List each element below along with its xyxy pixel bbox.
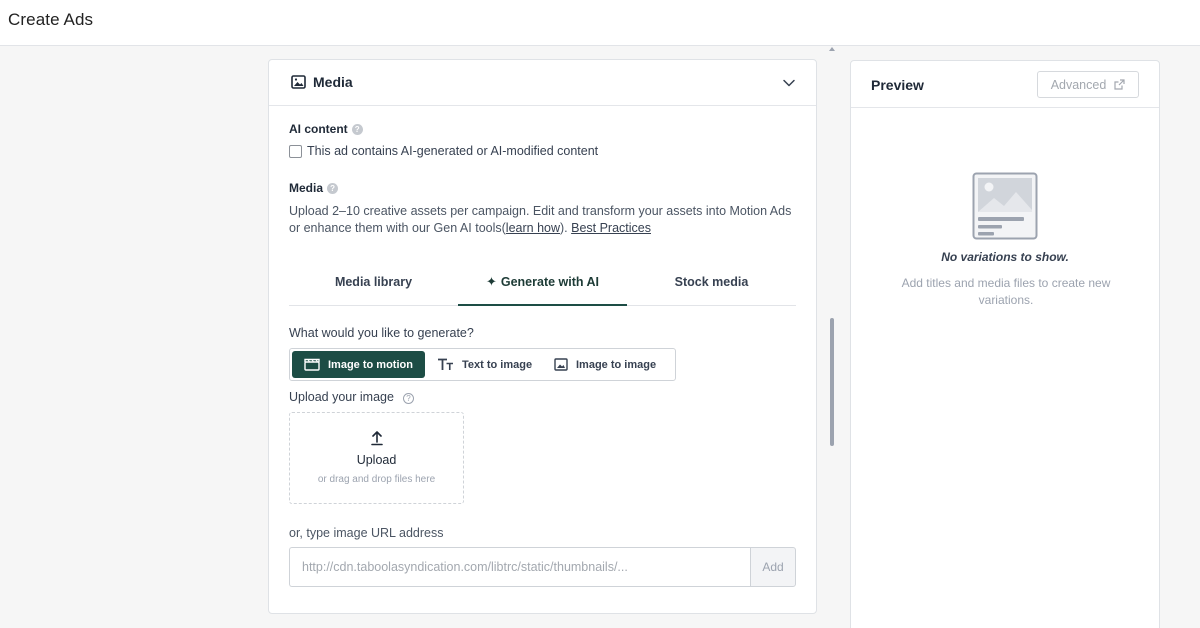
media-card-header[interactable]: Media <box>269 60 816 106</box>
help-icon[interactable]: ? <box>402 393 414 404</box>
help-icon[interactable]: ? <box>351 124 363 135</box>
generate-type-selector: Image to motion Text to image Image to i… <box>289 348 676 381</box>
tab-stock-media[interactable]: Stock media <box>627 266 796 306</box>
help-icon[interactable]: ? <box>327 183 339 194</box>
upload-icon <box>371 431 383 446</box>
sparkle-icon: ✦ <box>485 274 497 289</box>
image-to-motion-button[interactable]: Image to motion <box>292 351 425 378</box>
ai-content-label: AI content? <box>289 122 363 136</box>
preview-title: Preview <box>871 77 924 93</box>
ai-content-checkbox[interactable] <box>289 145 302 158</box>
text-size-icon <box>438 358 453 370</box>
tab-media-library[interactable]: Media library <box>289 266 458 306</box>
text-to-image-button[interactable]: Text to image <box>437 351 549 378</box>
media-card: Media AI content? This ad contains AI-ge… <box>268 59 817 614</box>
chevron-down-icon[interactable] <box>782 76 796 90</box>
external-link-icon <box>1114 79 1125 90</box>
upload-title: Upload <box>356 453 397 467</box>
add-url-button[interactable]: Add <box>750 547 796 587</box>
empty-state-title: No variations to show. <box>941 250 1069 264</box>
best-practices-link[interactable]: Best Practices <box>571 221 651 235</box>
tab-generate-with-ai[interactable]: ✦ Generate with AI <box>458 266 627 306</box>
media-card-title: Media <box>313 74 353 90</box>
media-description: Upload 2–10 creative assets per campaign… <box>289 204 792 235</box>
upload-image-label: Upload your image? <box>289 390 414 404</box>
image-to-image-button[interactable]: Image to image <box>554 351 674 378</box>
media-tabs: Media library ✦ Generate with AI Stock me… <box>289 266 796 306</box>
preview-header: Preview Advanced <box>851 61 1159 108</box>
ai-content-checkbox-label[interactable]: This ad contains AI-generated or AI-modi… <box>307 144 598 158</box>
scroll-up-arrow[interactable] <box>829 47 835 51</box>
preview-card: Preview Advanced No variations to show. … <box>850 60 1160 628</box>
upload-subtitle: or drag and drop files here <box>317 474 436 485</box>
media-section-label: Media? <box>289 181 339 195</box>
page-title: Create Ads <box>8 10 94 29</box>
advanced-button[interactable]: Advanced <box>1037 71 1139 98</box>
scrollbar-thumb[interactable] <box>830 318 834 446</box>
top-bar: Create Ads <box>0 0 1200 46</box>
upload-dropzone[interactable]: Upload or drag and drop files here <box>289 412 464 504</box>
empty-preview-icon <box>972 172 1038 240</box>
image-url-label: or, type image URL address <box>289 526 444 540</box>
clapperboard-icon <box>304 358 320 371</box>
generate-question: What would you like to generate? <box>289 326 474 340</box>
image-icon <box>554 358 568 371</box>
learn-how-link[interactable]: learn how <box>506 221 560 235</box>
image-icon <box>291 75 306 89</box>
image-url-input[interactable] <box>289 547 751 587</box>
empty-state-subtitle: Add titles and media files to create new… <box>901 276 1111 307</box>
